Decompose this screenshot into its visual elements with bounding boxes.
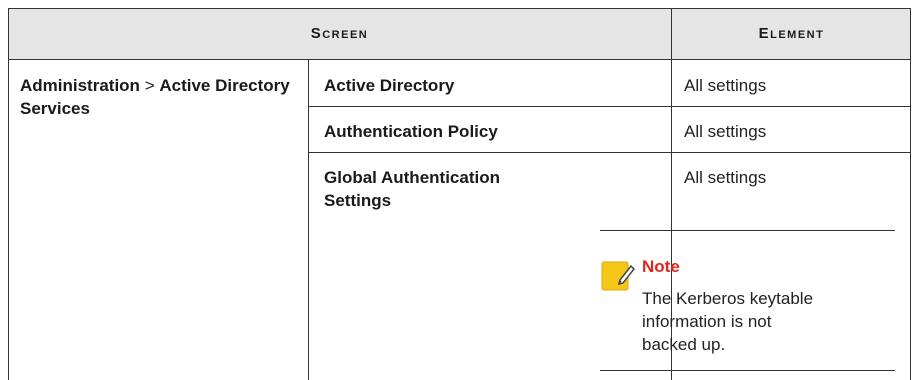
note-title: Note [642, 257, 680, 276]
note-rule-bottom [600, 370, 895, 371]
section-separator: > [144, 76, 155, 95]
divider-left [8, 8, 9, 380]
row-1-screen: Active Directory [324, 76, 455, 95]
row-3-element: All settings [684, 168, 767, 187]
note-rule-top [600, 230, 895, 231]
divider-top [8, 8, 911, 9]
header-element-label: Element [758, 25, 825, 42]
section-part-1: Administration [20, 76, 140, 95]
row-2-element: All settings [684, 122, 767, 141]
note-pencil-icon [601, 261, 636, 291]
row-3-screen: Global Authentication Settings [324, 168, 500, 210]
row-2-screen: Authentication Policy [324, 122, 498, 141]
divider-row1 [308, 106, 911, 107]
divider-right [910, 8, 911, 380]
header-screen-label: Screen [310, 25, 369, 42]
header-element: Element [672, 8, 911, 60]
divider-screen-sub [308, 60, 309, 380]
note-text: The Kerberos keytable information is not… [642, 289, 814, 354]
row-1-element: All settings [684, 76, 767, 95]
header-screen: Screen [8, 8, 671, 60]
divider-row2 [308, 152, 911, 153]
section-path: Administration > Active Directory Servic… [20, 74, 300, 120]
